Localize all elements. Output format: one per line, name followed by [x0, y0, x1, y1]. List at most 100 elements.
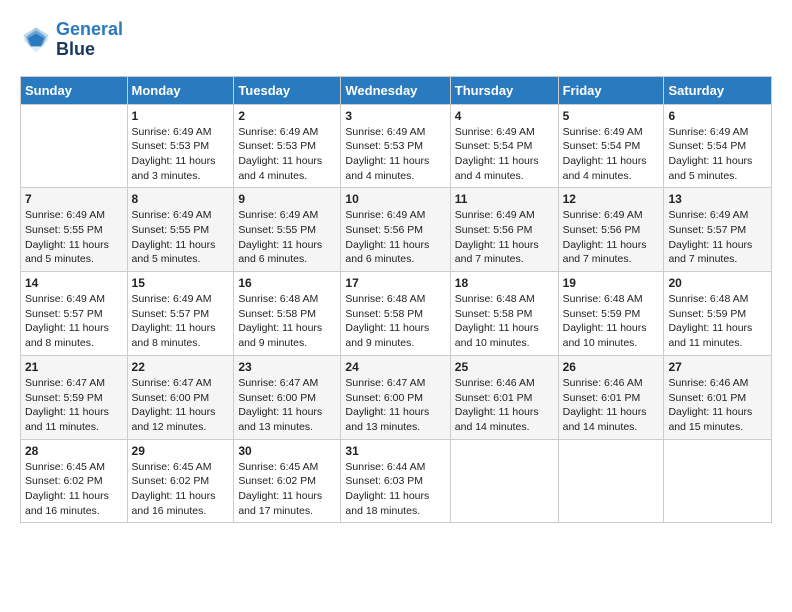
day-number: 23	[238, 360, 336, 374]
day-number: 22	[132, 360, 230, 374]
calendar-cell: 21 Sunrise: 6:47 AMSunset: 5:59 PMDayligh…	[21, 355, 128, 439]
day-number: 4	[455, 109, 554, 123]
calendar-cell: 28 Sunrise: 6:45 AMSunset: 6:02 PMDayligh…	[21, 439, 128, 523]
calendar-cell: 5Sunrise: 6:49 AMSunset: 5:54 PMDaylight…	[558, 104, 664, 188]
day-info: Sunrise: 6:47 AMSunset: 6:00 PMDaylight:…	[238, 376, 336, 435]
weekday-header-saturday: Saturday	[664, 76, 772, 104]
logo-text: General Blue	[56, 20, 123, 60]
week-row-5: 28 Sunrise: 6:45 AMSunset: 6:02 PMDayligh…	[21, 439, 772, 523]
page-header: General Blue	[20, 20, 772, 60]
day-info: Sunrise: 6:49 AMSunset: 5:54 PMDaylight:…	[668, 125, 767, 184]
day-number: 18	[455, 276, 554, 290]
calendar-cell: 17 Sunrise: 6:48 AMSunset: 5:58 PMDayligh…	[341, 272, 450, 356]
day-info: Sunrise: 6:44 AMSunset: 6:03 PMDaylight:…	[345, 460, 445, 519]
day-info: Sunrise: 6:49 AMSunset: 5:56 PMDaylight:…	[455, 208, 554, 267]
calendar-cell: 23 Sunrise: 6:47 AMSunset: 6:00 PMDayligh…	[234, 355, 341, 439]
calendar-cell: 19 Sunrise: 6:48 AMSunset: 5:59 PMDayligh…	[558, 272, 664, 356]
day-number: 9	[238, 192, 336, 206]
day-info: Sunrise: 6:45 AMSunset: 6:02 PMDaylight:…	[132, 460, 230, 519]
logo-icon	[20, 24, 52, 56]
day-number: 17	[345, 276, 445, 290]
day-number: 31	[345, 444, 445, 458]
calendar-cell	[558, 439, 664, 523]
day-info: Sunrise: 6:49 AMSunset: 5:53 PMDaylight:…	[238, 125, 336, 184]
calendar-cell: 30 Sunrise: 6:45 AMSunset: 6:02 PMDayligh…	[234, 439, 341, 523]
day-number: 16	[238, 276, 336, 290]
day-number: 19	[563, 276, 660, 290]
calendar-cell: 31 Sunrise: 6:44 AMSunset: 6:03 PMDayligh…	[341, 439, 450, 523]
day-number: 5	[563, 109, 660, 123]
day-info: Sunrise: 6:49 AMSunset: 5:53 PMDaylight:…	[345, 125, 445, 184]
day-number: 29	[132, 444, 230, 458]
day-info: Sunrise: 6:47 AMSunset: 6:00 PMDaylight:…	[132, 376, 230, 435]
day-info: Sunrise: 6:48 AMSunset: 5:59 PMDaylight:…	[563, 292, 660, 351]
day-info: Sunrise: 6:49 AMSunset: 5:55 PMDaylight:…	[238, 208, 336, 267]
calendar-cell: 1 Sunrise: 6:49 AMSunset: 5:53 PMDaylight…	[127, 104, 234, 188]
day-number: 24	[345, 360, 445, 374]
calendar-cell: 25 Sunrise: 6:46 AMSunset: 6:01 PMDayligh…	[450, 355, 558, 439]
day-info: Sunrise: 6:48 AMSunset: 5:58 PMDaylight:…	[238, 292, 336, 351]
calendar-cell: 13Sunrise: 6:49 AMSunset: 5:57 PMDayligh…	[664, 188, 772, 272]
day-info: Sunrise: 6:45 AMSunset: 6:02 PMDaylight:…	[238, 460, 336, 519]
calendar-cell: 24Sunrise: 6:47 AMSunset: 6:00 PMDayligh…	[341, 355, 450, 439]
day-number: 28	[25, 444, 123, 458]
calendar-cell: 16 Sunrise: 6:48 AMSunset: 5:58 PMDayligh…	[234, 272, 341, 356]
weekday-header-wednesday: Wednesday	[341, 76, 450, 104]
day-info: Sunrise: 6:46 AMSunset: 6:01 PMDaylight:…	[455, 376, 554, 435]
calendar-cell: 10 Sunrise: 6:49 AMSunset: 5:56 PMDayligh…	[341, 188, 450, 272]
day-info: Sunrise: 6:49 AMSunset: 5:53 PMDaylight:…	[132, 125, 230, 184]
calendar-cell	[21, 104, 128, 188]
header-row: SundayMondayTuesdayWednesdayThursdayFrid…	[21, 76, 772, 104]
calendar-cell: 27 Sunrise: 6:46 AMSunset: 6:01 PMDayligh…	[664, 355, 772, 439]
day-info: Sunrise: 6:49 AMSunset: 5:57 PMDaylight:…	[132, 292, 230, 351]
calendar-cell: 11Sunrise: 6:49 AMSunset: 5:56 PMDayligh…	[450, 188, 558, 272]
day-number: 14	[25, 276, 123, 290]
calendar-cell: 29 Sunrise: 6:45 AMSunset: 6:02 PMDayligh…	[127, 439, 234, 523]
day-info: Sunrise: 6:48 AMSunset: 5:58 PMDaylight:…	[345, 292, 445, 351]
day-info: Sunrise: 6:48 AMSunset: 5:58 PMDaylight:…	[455, 292, 554, 351]
week-row-2: 7 Sunrise: 6:49 AMSunset: 5:55 PMDaylight…	[21, 188, 772, 272]
day-number: 8	[132, 192, 230, 206]
day-info: Sunrise: 6:46 AMSunset: 6:01 PMDaylight:…	[563, 376, 660, 435]
day-info: Sunrise: 6:48 AMSunset: 5:59 PMDaylight:…	[668, 292, 767, 351]
day-number: 10	[345, 192, 445, 206]
day-number: 1	[132, 109, 230, 123]
day-info: Sunrise: 6:46 AMSunset: 6:01 PMDaylight:…	[668, 376, 767, 435]
week-row-3: 14 Sunrise: 6:49 AMSunset: 5:57 PMDayligh…	[21, 272, 772, 356]
day-info: Sunrise: 6:49 AMSunset: 5:54 PMDaylight:…	[455, 125, 554, 184]
day-info: Sunrise: 6:49 AMSunset: 5:55 PMDaylight:…	[132, 208, 230, 267]
calendar-cell: 9 Sunrise: 6:49 AMSunset: 5:55 PMDaylight…	[234, 188, 341, 272]
day-info: Sunrise: 6:47 AMSunset: 5:59 PMDaylight:…	[25, 376, 123, 435]
day-number: 15	[132, 276, 230, 290]
day-number: 20	[668, 276, 767, 290]
calendar-table: SundayMondayTuesdayWednesdayThursdayFrid…	[20, 76, 772, 524]
day-number: 30	[238, 444, 336, 458]
calendar-cell: 3Sunrise: 6:49 AMSunset: 5:53 PMDaylight…	[341, 104, 450, 188]
day-number: 2	[238, 109, 336, 123]
calendar-cell: 4 Sunrise: 6:49 AMSunset: 5:54 PMDaylight…	[450, 104, 558, 188]
day-number: 27	[668, 360, 767, 374]
calendar-cell: 8 Sunrise: 6:49 AMSunset: 5:55 PMDaylight…	[127, 188, 234, 272]
week-row-4: 21 Sunrise: 6:47 AMSunset: 5:59 PMDayligh…	[21, 355, 772, 439]
day-number: 21	[25, 360, 123, 374]
calendar-cell: 12Sunrise: 6:49 AMSunset: 5:56 PMDayligh…	[558, 188, 664, 272]
calendar-cell	[450, 439, 558, 523]
calendar-cell: 20 Sunrise: 6:48 AMSunset: 5:59 PMDayligh…	[664, 272, 772, 356]
weekday-header-thursday: Thursday	[450, 76, 558, 104]
day-number: 6	[668, 109, 767, 123]
day-info: Sunrise: 6:49 AMSunset: 5:56 PMDaylight:…	[345, 208, 445, 267]
day-info: Sunrise: 6:45 AMSunset: 6:02 PMDaylight:…	[25, 460, 123, 519]
calendar-cell: 15 Sunrise: 6:49 AMSunset: 5:57 PMDayligh…	[127, 272, 234, 356]
day-info: Sunrise: 6:49 AMSunset: 5:56 PMDaylight:…	[563, 208, 660, 267]
week-row-1: 1 Sunrise: 6:49 AMSunset: 5:53 PMDaylight…	[21, 104, 772, 188]
day-info: Sunrise: 6:49 AMSunset: 5:57 PMDaylight:…	[25, 292, 123, 351]
day-number: 13	[668, 192, 767, 206]
day-number: 25	[455, 360, 554, 374]
calendar-cell: 14 Sunrise: 6:49 AMSunset: 5:57 PMDayligh…	[21, 272, 128, 356]
weekday-header-sunday: Sunday	[21, 76, 128, 104]
calendar-cell: 18 Sunrise: 6:48 AMSunset: 5:58 PMDayligh…	[450, 272, 558, 356]
calendar-cell	[664, 439, 772, 523]
calendar-cell: 22 Sunrise: 6:47 AMSunset: 6:00 PMDayligh…	[127, 355, 234, 439]
logo: General Blue	[20, 20, 123, 60]
day-number: 7	[25, 192, 123, 206]
